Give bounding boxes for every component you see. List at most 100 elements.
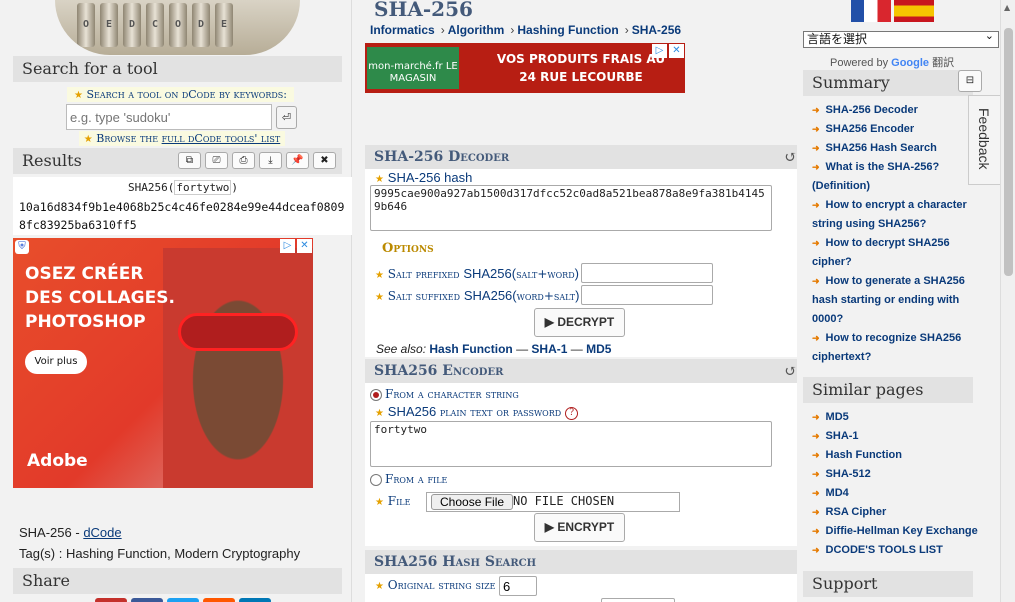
full-tools-list-link[interactable]: full dCode tools' list [162, 132, 281, 145]
scrollbar-thumb[interactable] [1004, 28, 1013, 276]
summary-item[interactable]: ➜ What is the SHA-256? [812, 161, 939, 173]
star-icon: ★ [375, 270, 384, 281]
ad-cta-button[interactable]: Voir plus [25, 350, 87, 374]
choose-file-button[interactable]: Choose File [431, 494, 514, 510]
summary-item[interactable]: ➜ SHA256 Encoder [812, 123, 914, 135]
share-pinterest-icon[interactable] [95, 598, 127, 602]
screenshot-icon[interactable]: ⎚ [205, 152, 228, 169]
reset-icon[interactable]: ↺ [784, 359, 797, 383]
spanish-flag-icon[interactable] [894, 0, 934, 22]
arrow-icon: ➜ [812, 469, 820, 479]
google-logo[interactable]: Google [891, 57, 929, 69]
similar-pages-title: Similar pages [803, 377, 973, 403]
salt-prefixed-c: salt+word [516, 267, 575, 281]
breadcrumb-algorithm[interactable]: Algorithm [448, 23, 505, 37]
summary-item-cont[interactable]: hash starting or ending with [812, 294, 959, 306]
scroll-up-icon[interactable]: ▲ [1004, 3, 1010, 12]
copy-icon[interactable]: ⧉ [178, 152, 201, 169]
decrypt-button[interactable]: ▶ DECRYPT [534, 308, 625, 337]
french-flag-icon[interactable] [851, 0, 891, 22]
breadcrumb-informatics[interactable]: Informatics [370, 23, 435, 37]
arrow-icon: ➜ [812, 488, 820, 498]
from-string-radio[interactable] [370, 389, 382, 401]
see-also-md5[interactable]: MD5 [586, 342, 611, 356]
result-hash-value[interactable]: 10a16d834f9b1e4068b25c4c46fe0284e99e44dc… [19, 198, 349, 234]
language-select[interactable]: 言語を選択 [803, 29, 999, 48]
salt-prefixed-input[interactable] [581, 263, 713, 283]
feedback-label: Feedback [976, 108, 992, 170]
ad-headline: OSEZ CRÉER DES COLLAGES. PHOTOSHOP [25, 264, 175, 332]
see-also-sha-1[interactable]: SHA-1 [531, 342, 567, 356]
similar-item-sha-512[interactable]: ➜ SHA-512 [812, 468, 871, 480]
share-linkedin-icon[interactable] [239, 598, 271, 602]
summary-item[interactable]: ➜ How to encrypt a character [812, 199, 967, 211]
similar-item-hash-function[interactable]: ➜ Hash Function [812, 449, 902, 461]
from-file-label[interactable]: From a file [385, 472, 447, 486]
from-string-label[interactable]: From a character string [385, 387, 519, 401]
options-title: Options [382, 241, 434, 256]
salt-suffixed-input[interactable] [581, 285, 713, 305]
summary-item-cont[interactable]: string using SHA256? [812, 218, 926, 230]
file-input[interactable]: Choose File NO FILE CHOSEN [426, 492, 680, 512]
from-file-radio[interactable] [370, 474, 382, 486]
feedback-tab[interactable]: Feedback [968, 95, 1000, 185]
ad-brand: Adobe [27, 451, 88, 471]
close-icon[interactable]: ✖ [313, 152, 336, 169]
ad-controls: ▷ ✕ [652, 44, 684, 58]
hash-textarea[interactable]: 9995cae900a927ab1500d317dfcc52c0ad8a521b… [370, 185, 772, 231]
summary-item[interactable]: ➜ SHA-256 Decoder [812, 104, 918, 116]
plain-text-textarea[interactable]: fortytwo [370, 421, 772, 467]
page-scrollbar[interactable]: ▲ [1000, 0, 1015, 602]
arrow-icon: ➜ [812, 526, 820, 536]
ad-close-icon[interactable]: ✕ [669, 44, 684, 58]
pin-icon[interactable]: 📌 [286, 152, 309, 169]
ad-info-icon[interactable]: ▷ [280, 239, 295, 253]
similar-item-sha-1[interactable]: ➜ SHA-1 [812, 430, 859, 442]
advertisement-mon-marche[interactable]: mon-marché.fr LE MAGASIN VOS PRODUITS FR… [365, 43, 685, 93]
similar-item-rsa[interactable]: ➜ RSA Cipher [812, 506, 886, 518]
ad-info-icon[interactable]: ▷ [652, 44, 667, 58]
summary-item-cont[interactable]: (Definition) [812, 180, 870, 192]
file-label: ★ File [375, 494, 410, 508]
summary-item-cont[interactable]: ciphertext? [812, 351, 871, 363]
tool-search-input[interactable] [66, 104, 272, 130]
similar-item-md4[interactable]: ➜ MD4 [812, 487, 849, 499]
string-size-input[interactable] [499, 576, 537, 596]
summary-item[interactable]: ➜ How to generate a SHA256 [812, 275, 965, 287]
download-icon[interactable]: ⤓ [259, 152, 282, 169]
similar-item-tools-list[interactable]: ➜ DCODE'S TOOLS LIST [812, 544, 943, 556]
share-reddit-icon[interactable] [203, 598, 235, 602]
dcode-link[interactable]: dCode [83, 525, 121, 540]
ad-close-icon[interactable]: ✕ [297, 239, 312, 253]
print-icon[interactable]: ⎙ [232, 152, 255, 169]
search-submit-button[interactable]: ⏎ [276, 106, 297, 129]
share-buttons [95, 598, 271, 602]
similar-item-md5[interactable]: ➜ MD5 [812, 411, 849, 423]
similar-item-diffie-hellman[interactable]: ➜ Diffie-Hellman Key Exchange [812, 525, 978, 537]
summary-item-cont[interactable]: cipher? [812, 256, 852, 268]
arrow-icon: ➜ [812, 507, 820, 517]
search-section-title: Search for a tool [13, 56, 342, 82]
summary-item[interactable]: ➜ SHA256 Hash Search [812, 142, 937, 154]
star-icon: ★ [375, 408, 384, 419]
summary-item-cont[interactable]: 0000? [812, 313, 843, 325]
summary-item[interactable]: ➜ How to decrypt SHA256 [812, 237, 950, 249]
reset-icon[interactable]: ↺ [784, 145, 797, 169]
help-icon[interactable]: ? [565, 407, 579, 420]
breadcrumb-hashing-function[interactable]: Hashing Function [517, 23, 618, 37]
share-twitter-icon[interactable] [167, 598, 199, 602]
collapse-icon[interactable]: ⊟ [958, 70, 982, 92]
star-icon: ★ [83, 134, 93, 145]
star-icon: ★ [375, 581, 384, 592]
see-also-hash-function[interactable]: Hash Function [429, 342, 512, 356]
meta-prefix: SHA-256 - [19, 525, 84, 540]
summary-item[interactable]: ➜ How to recognize SHA256 [812, 332, 961, 344]
powered-prefix: Powered by [830, 57, 892, 69]
share-facebook-icon[interactable] [131, 598, 163, 602]
dcode-logo-cryptex[interactable]: O E D C O D E [55, 0, 300, 55]
arrow-icon: ➜ [812, 143, 820, 153]
advertisement-adobe[interactable]: ⛨ OSEZ CRÉER DES COLLAGES. PHOTOSHOP Voi… [13, 238, 313, 488]
encrypt-button[interactable]: ▶ ENCRYPT [534, 513, 625, 542]
breadcrumb-sha-256[interactable]: SHA-256 [632, 23, 681, 37]
hash-search-select[interactable] [601, 598, 675, 602]
